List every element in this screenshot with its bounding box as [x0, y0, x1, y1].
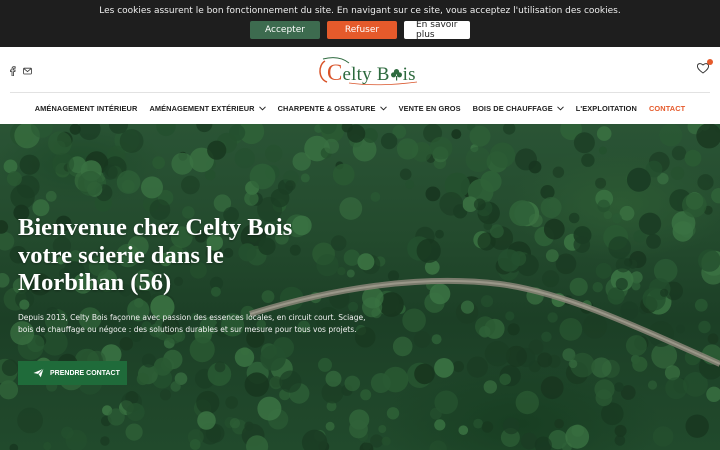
nav-item-contact[interactable]: CONTACT [643, 104, 691, 113]
logo-text-end: is [402, 64, 416, 85]
learn-more-button[interactable]: En savoir plus [404, 20, 470, 40]
nav-label: L'EXPLOITATION [575, 104, 637, 113]
main-nav: AMÉNAGEMENT INTÉRIEUR AMÉNAGEMENT EXTÉRI… [0, 93, 720, 124]
hero-title: Bienvenue chez Celty Bois votre scierie … [18, 214, 348, 297]
contact-cta-button[interactable]: PRENDRE CONTACT [18, 361, 127, 385]
hero-description: Depuis 2013, Celty Bois façonne avec pas… [18, 312, 368, 336]
accept-cookies-button[interactable]: Accepter [250, 21, 320, 39]
hero-section: Bienvenue chez Celty Bois votre scierie … [0, 124, 720, 450]
hero-description-line: Depuis 2013, Celty Bois façonne avec pas… [18, 313, 366, 322]
nav-label: CHARPENTE & OSSATURE [277, 104, 376, 113]
nav-item-amenagement-exterieur[interactable]: AMÉNAGEMENT EXTÉRIEUR [143, 104, 271, 113]
nav-item-exploitation[interactable]: L'EXPLOITATION [570, 104, 643, 113]
logo-wordmark: Celty B is [327, 60, 416, 86]
wishlist-badge [707, 59, 713, 65]
hero-title-line: Morbihan (56) [18, 269, 172, 296]
social-links [8, 63, 32, 77]
cookie-buttons: Accepter Refuser En savoir plus [0, 20, 720, 40]
nav-label: AMÉNAGEMENT EXTÉRIEUR [149, 104, 255, 113]
nav-label: AMÉNAGEMENT INTÉRIEUR [34, 104, 138, 113]
mail-icon[interactable] [23, 63, 32, 75]
nav-label: VENTE EN GROS [398, 104, 461, 113]
nav-label: CONTACT [648, 104, 686, 113]
logo-text-middle: elty B [342, 64, 390, 85]
nav-item-charpente-ossature[interactable]: CHARPENTE & OSSATURE [272, 104, 393, 113]
chevron-down-icon [258, 106, 266, 111]
nav-item-amenagement-interieur[interactable]: AMÉNAGEMENT INTÉRIEUR [29, 104, 144, 113]
chevron-down-icon [556, 106, 564, 111]
cookie-banner: Les cookies assurent le bon fonctionneme… [0, 0, 720, 47]
hero-title-line: Bienvenue chez Celty Bois [18, 214, 293, 241]
chevron-down-icon [379, 106, 387, 111]
nav-label: BOIS DE CHAUFFAGE [472, 104, 553, 113]
site-header: Celty B is [0, 47, 720, 93]
cookie-message: Les cookies assurent le bon fonctionneme… [99, 6, 621, 16]
cta-label: PRENDRE CONTACT [50, 369, 120, 377]
hero-description-line: bois de chauffage ou négoce : des soluti… [18, 325, 357, 334]
hero-title-line: votre scierie dans le [18, 241, 224, 269]
refuse-cookies-button[interactable]: Refuser [327, 21, 397, 39]
site-logo[interactable]: Celty B is [319, 55, 421, 87]
facebook-icon[interactable] [8, 63, 17, 77]
send-icon [33, 368, 44, 378]
logo-letter-c: C [327, 60, 343, 85]
nav-item-bois-de-chauffage[interactable]: BOIS DE CHAUFFAGE [467, 104, 570, 113]
nav-item-vente-en-gros[interactable]: VENTE EN GROS [393, 104, 467, 113]
clover-icon [390, 65, 403, 81]
